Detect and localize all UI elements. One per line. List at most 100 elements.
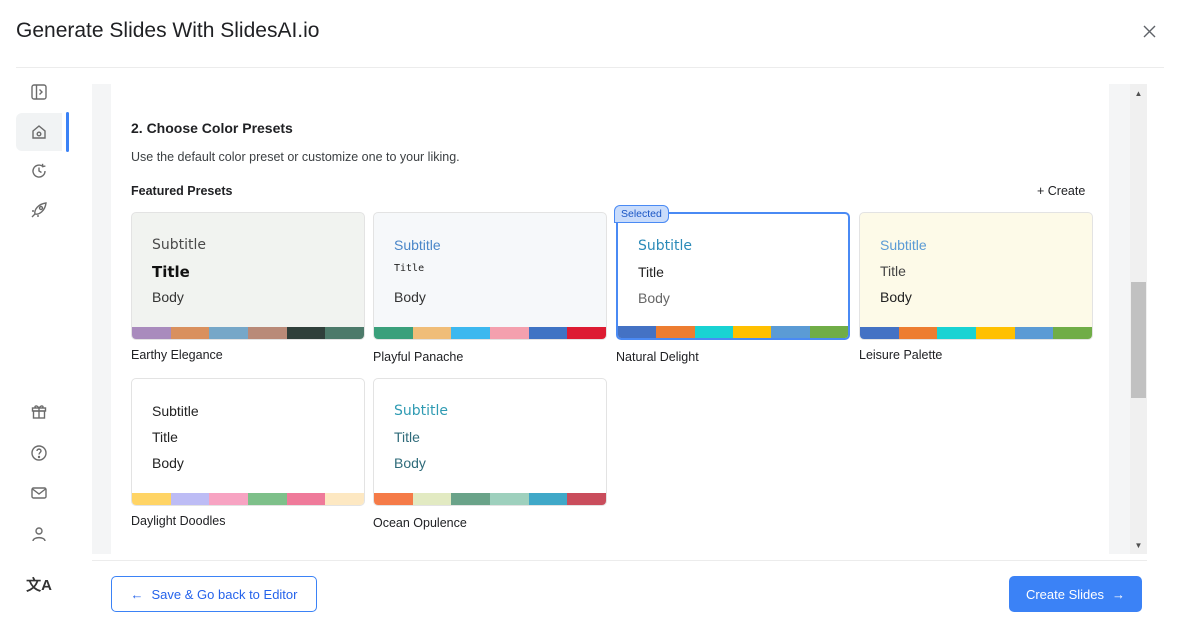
palette-swatch bbox=[732, 326, 772, 338]
palette-swatch bbox=[325, 493, 364, 505]
preset-sample-body: Body bbox=[880, 289, 912, 305]
palette-swatch bbox=[809, 326, 848, 338]
preset-color-strip bbox=[374, 493, 606, 505]
preset-sample-title: Title bbox=[880, 263, 906, 279]
preset-color-strip bbox=[618, 326, 848, 338]
preset-card[interactable]: Subtitle Title Body bbox=[131, 378, 365, 506]
sidebar-toggle-icon bbox=[31, 84, 47, 100]
preset-name[interactable]: Playful Panache bbox=[373, 350, 463, 364]
palette-swatch bbox=[937, 327, 977, 339]
preset-card[interactable]: Subtitle Title Body bbox=[859, 212, 1093, 340]
rail-active-indicator bbox=[66, 112, 69, 152]
palette-swatch bbox=[412, 327, 452, 339]
preset-name[interactable]: Daylight Doodles bbox=[131, 514, 226, 528]
gift-button[interactable] bbox=[16, 392, 62, 430]
palette-swatch bbox=[567, 327, 606, 339]
palette-swatch bbox=[694, 326, 733, 338]
preset-sample-body: Body bbox=[152, 455, 184, 471]
preset-card[interactable]: Subtitle Title Body bbox=[131, 212, 365, 340]
palette-swatch bbox=[528, 327, 568, 339]
palette-swatch bbox=[209, 493, 249, 505]
save-and-back-button[interactable]: ← Save & Go back to Editor bbox=[111, 576, 317, 612]
palette-swatch bbox=[170, 327, 210, 339]
preset-sample-subtitle: Subtitle bbox=[394, 237, 441, 253]
user-icon bbox=[32, 527, 46, 542]
palette-swatch bbox=[1014, 327, 1054, 339]
preset-sample-body: Body bbox=[394, 289, 426, 305]
preset-sample-subtitle: Subtitle bbox=[394, 403, 449, 419]
preset-card[interactable]: Subtitle Title Body bbox=[616, 212, 850, 340]
palette-swatch bbox=[490, 327, 529, 339]
preset-sample-title: Title bbox=[638, 264, 664, 280]
help-button[interactable] bbox=[16, 434, 62, 472]
preset-card[interactable]: Subtitle Title Body bbox=[373, 212, 607, 340]
palette-swatch bbox=[898, 327, 938, 339]
palette-swatch bbox=[976, 327, 1015, 339]
home-button[interactable] bbox=[16, 113, 62, 151]
palette-swatch bbox=[132, 493, 171, 505]
scrollbar-thumb[interactable] bbox=[1131, 282, 1146, 398]
translate-button[interactable]: 文A bbox=[16, 565, 62, 603]
header-divider bbox=[16, 67, 1164, 68]
history-icon bbox=[32, 163, 46, 178]
palette-swatch bbox=[325, 327, 364, 339]
palette-swatch bbox=[286, 493, 326, 505]
palette-swatch bbox=[490, 493, 529, 505]
close-button[interactable] bbox=[1136, 18, 1162, 44]
palette-swatch bbox=[771, 326, 810, 338]
section-title: 2. Choose Color Presets bbox=[131, 120, 293, 136]
preset-sample-title: Title bbox=[152, 429, 178, 445]
scroll-down-arrow[interactable]: ▼ bbox=[1130, 538, 1147, 552]
preset-name[interactable]: Ocean Opulence bbox=[373, 516, 467, 530]
preset-sample-title: Title bbox=[152, 263, 190, 281]
preset-sample-title: Title bbox=[394, 263, 425, 274]
palette-swatch bbox=[656, 326, 695, 338]
preset-name[interactable]: Earthy Elegance bbox=[131, 348, 223, 362]
palette-swatch bbox=[567, 493, 606, 505]
preset-color-strip bbox=[860, 327, 1092, 339]
create-preset-link[interactable]: + Create bbox=[1037, 184, 1085, 198]
dialog-title: Generate Slides With SlidesAI.io bbox=[16, 19, 320, 42]
back-arrow-icon: ← bbox=[130, 586, 144, 602]
preset-name[interactable]: Leisure Palette bbox=[859, 348, 942, 362]
forward-arrow-icon: → bbox=[1112, 586, 1126, 602]
palette-swatch bbox=[528, 493, 568, 505]
preset-color-strip bbox=[132, 493, 364, 505]
palette-swatch bbox=[374, 327, 413, 339]
sidebar-toggle-button[interactable] bbox=[16, 73, 62, 111]
palette-swatch bbox=[451, 493, 491, 505]
palette-swatch bbox=[209, 327, 249, 339]
palette-swatch bbox=[248, 493, 287, 505]
rocket-icon bbox=[31, 202, 47, 218]
palette-swatch bbox=[286, 327, 326, 339]
palette-swatch bbox=[860, 327, 899, 339]
preset-sample-subtitle: Subtitle bbox=[152, 403, 199, 419]
palette-swatch bbox=[132, 327, 171, 339]
history-button[interactable] bbox=[16, 152, 62, 190]
palette-swatch bbox=[170, 493, 210, 505]
palette-swatch bbox=[451, 327, 491, 339]
palette-swatch bbox=[248, 327, 287, 339]
featured-presets-label: Featured Presets bbox=[131, 184, 233, 198]
preset-name[interactable]: Natural Delight bbox=[616, 350, 699, 364]
launch-button[interactable] bbox=[16, 191, 62, 229]
preset-sample-body: Body bbox=[152, 289, 184, 305]
help-icon bbox=[31, 445, 47, 461]
preset-sample-subtitle: Subtitle bbox=[638, 238, 693, 254]
create-slides-label: Create Slides bbox=[1025, 586, 1105, 602]
preset-card[interactable]: Subtitle Title Body bbox=[373, 378, 607, 506]
scroll-up-arrow[interactable]: ▲ bbox=[1130, 86, 1147, 100]
translate-icon: 文A bbox=[26, 576, 52, 594]
preset-sample-subtitle: Subtitle bbox=[152, 237, 207, 253]
create-slides-button[interactable]: Create Slides → bbox=[1009, 576, 1142, 612]
footer-divider bbox=[92, 560, 1147, 561]
mail-button[interactable] bbox=[16, 474, 62, 512]
content-scrollbar[interactable]: ▲ ▼ bbox=[1130, 84, 1147, 554]
preset-sample-body: Body bbox=[638, 290, 670, 306]
account-button[interactable] bbox=[16, 515, 62, 553]
palette-swatch bbox=[1053, 327, 1092, 339]
save-and-back-label: Save & Go back to Editor bbox=[151, 586, 298, 602]
selected-badge: Selected bbox=[614, 205, 669, 223]
palette-swatch bbox=[374, 493, 413, 505]
left-rail: 文A bbox=[16, 72, 70, 612]
